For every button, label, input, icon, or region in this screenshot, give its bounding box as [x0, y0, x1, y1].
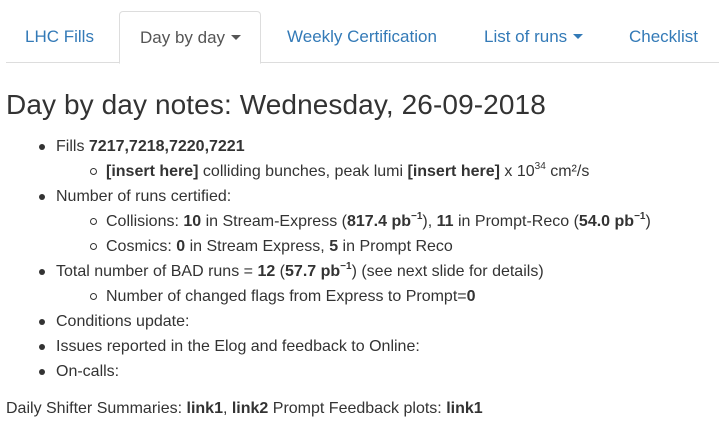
tab-list-of-runs-label: List of runs	[484, 27, 568, 46]
chevron-down-icon	[573, 34, 584, 40]
tab-lhc-fills-label: LHC Fills	[25, 27, 94, 46]
cosmics-prompt-count: 5	[329, 238, 339, 255]
collisions-text: in Stream-Express (	[201, 213, 347, 230]
page-title: Day by day notes: Wednesday, 26-09-2018	[6, 89, 546, 120]
fills-value: 7217,7218,7220,7221	[88, 138, 245, 155]
bad-runs-text: (	[275, 263, 286, 280]
collisions-prompt-count: 11	[436, 213, 454, 230]
cosmics-express-count: 0	[176, 238, 186, 255]
insert-placeholder: [insert here]	[407, 163, 500, 180]
tab-checklist-label: Checklist	[629, 27, 698, 46]
collisions-text: )	[645, 213, 651, 230]
list-item-conditions: Conditions update:	[36, 309, 716, 334]
changed-flags-value: 0	[466, 288, 476, 305]
fills-detail-text: x 10	[499, 163, 535, 180]
summary-link-1[interactable]: link1	[187, 400, 223, 417]
collisions-text: in Prompt-Reco (	[453, 213, 579, 230]
bad-runs-count: 12	[257, 263, 276, 280]
collisions-express-count: 10	[183, 213, 202, 230]
lumi-exponent: −1	[340, 260, 352, 272]
lumi-exponent: −1	[411, 210, 423, 222]
link-separator: ,	[222, 400, 232, 417]
bad-runs-lumi-value: 57.7 pb	[285, 263, 341, 280]
list-item-collisions: Collisions: 10 in Stream-Express (817.4 …	[36, 209, 716, 234]
collisions-express-lumi-value: 817.4 pb	[346, 213, 411, 230]
collisions-text: ),	[422, 213, 437, 230]
footer-links: Daily Shifter Summaries: link1, link2 Pr…	[6, 398, 483, 420]
tab-checklist[interactable]: Checklist	[629, 11, 698, 63]
collisions-prompt-lumi: 54.0 pb−1	[578, 210, 646, 230]
tab-list-of-runs[interactable]: List of runs	[484, 11, 584, 63]
cosmics-text: in Stream Express,	[185, 238, 330, 255]
tab-weekly-certification[interactable]: Weekly Certification	[287, 11, 437, 63]
list-item-fills: Fills 7217,7218,7220,7221	[36, 134, 716, 159]
collisions-express-lumi: 817.4 pb−1	[346, 210, 423, 230]
feedback-plots-link[interactable]: link1	[446, 400, 482, 417]
list-item-cosmics: Cosmics: 0 in Stream Express, 5 in Promp…	[36, 234, 716, 259]
issues-label: Issues reported in the Elog and feedback…	[56, 338, 420, 355]
list-item-fills-detail: [insert here] colliding bunches, peak lu…	[36, 159, 716, 184]
conditions-label: Conditions update:	[56, 313, 190, 330]
tab-lhc-fills[interactable]: LHC Fills	[25, 11, 94, 63]
notes-list: Fills 7217,7218,7220,7221 [insert here] …	[36, 134, 716, 384]
changed-flags-label: Number of changed flags from Express to …	[106, 288, 467, 305]
collisions-prompt-lumi-value: 54.0 pb	[578, 213, 635, 230]
cosmics-text: in Prompt Reco	[338, 238, 453, 255]
tab-weekly-certification-label: Weekly Certification	[287, 27, 437, 46]
bad-runs-details-note: (see next slide for details)	[356, 263, 544, 280]
summary-link-2[interactable]: link2	[232, 400, 268, 417]
cosmics-label: Cosmics:	[106, 238, 177, 255]
fills-label: Fills	[56, 138, 89, 155]
bad-runs-label: Total number of BAD runs =	[56, 263, 258, 280]
tab-day-by-day-label: Day by day	[140, 28, 226, 47]
lumi-unit: cm²/s	[545, 163, 590, 180]
list-item-runs-certified: Number of runs certified:	[36, 184, 716, 209]
list-item-changed-flags: Number of changed flags from Express to …	[36, 284, 716, 309]
list-item-bad-runs: Total number of BAD runs = 12 (57.7 pb−1…	[36, 259, 716, 284]
collisions-label: Collisions:	[106, 213, 184, 230]
lumi-exponent: 34	[534, 160, 546, 172]
nav-tabs: LHC Fills Day by day Weekly Certificatio…	[6, 11, 719, 64]
summaries-label: Daily Shifter Summaries:	[6, 400, 187, 417]
list-item-oncalls: On-calls:	[36, 359, 716, 384]
list-item-issues: Issues reported in the Elog and feedback…	[36, 334, 716, 359]
tab-day-by-day[interactable]: Day by day	[119, 11, 262, 64]
feedback-plots-label: Prompt Feedback plots:	[268, 400, 447, 417]
fills-detail-text: colliding bunches, peak lumi	[198, 163, 408, 180]
insert-placeholder: [insert here]	[106, 163, 199, 180]
oncalls-label: On-calls:	[56, 363, 120, 380]
runs-certified-label: Number of runs certified:	[56, 188, 232, 205]
lumi-exponent: −1	[634, 210, 646, 222]
bad-runs-lumi: 57.7 pb−1	[285, 260, 352, 280]
chevron-down-icon	[231, 35, 242, 41]
